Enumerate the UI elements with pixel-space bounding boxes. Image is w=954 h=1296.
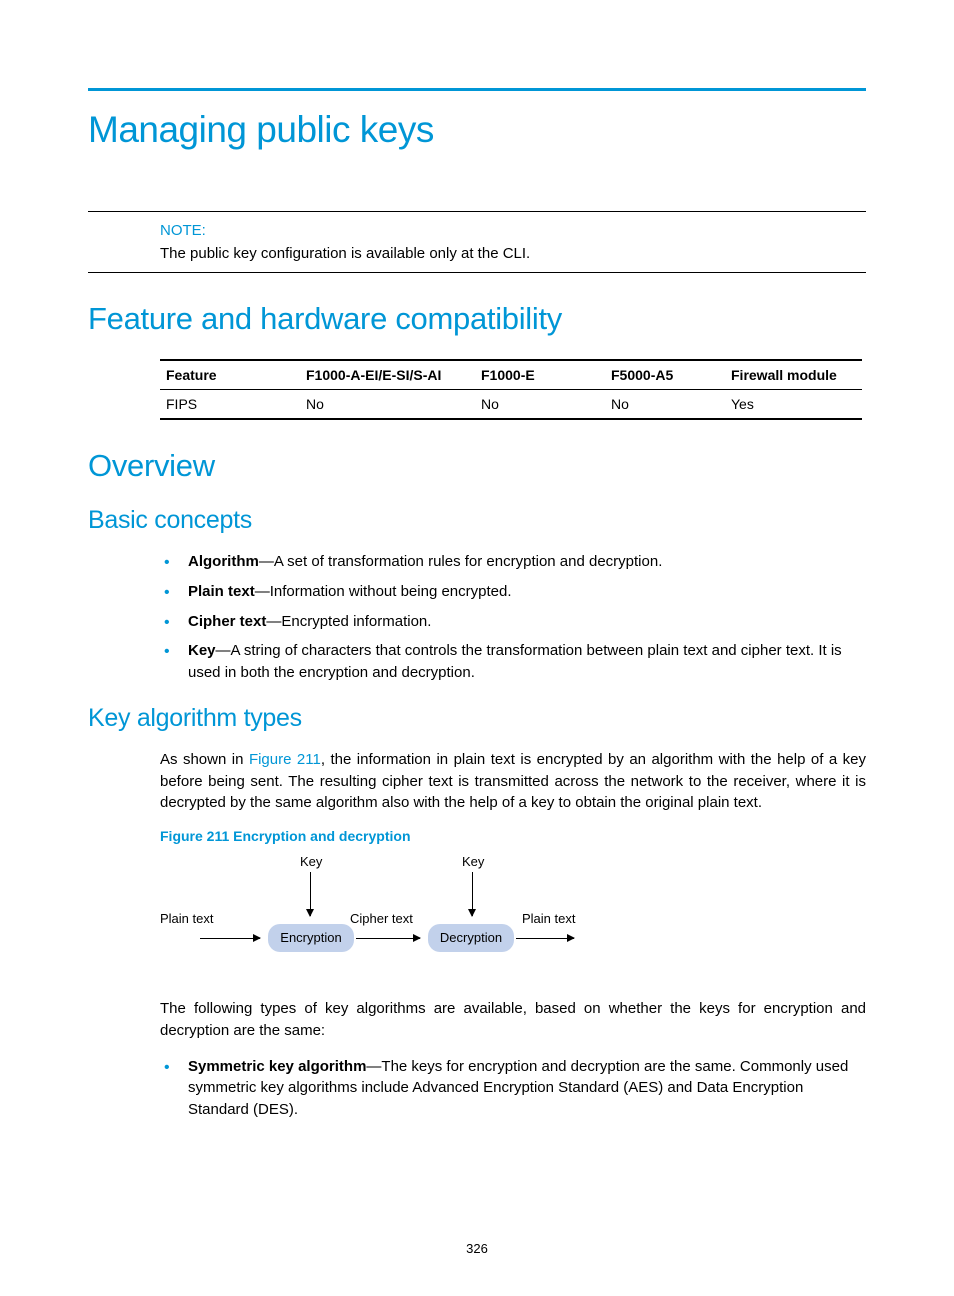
list-item: Key—A string of characters that controls… (160, 640, 866, 684)
paragraph: The following types of key algorithms ar… (160, 998, 866, 1042)
td-c5: Yes (725, 390, 862, 420)
algorithm-types-list: Symmetric key algorithm—The keys for enc… (160, 1056, 866, 1121)
paragraph: As shown in Figure 211, the information … (160, 749, 866, 814)
page-title: Managing public keys (88, 109, 866, 151)
subsection-basic-heading: Basic concepts (88, 506, 866, 535)
subsection-keyalg-heading: Key algorithm types (88, 704, 866, 733)
arrow-right-icon (356, 938, 420, 939)
list-item: Plain text—Information without being enc… (160, 581, 866, 603)
list-item: Cipher text—Encrypted information. (160, 611, 866, 633)
section-overview-heading: Overview (88, 448, 866, 484)
arrow-right-icon (516, 938, 574, 939)
term: Algorithm (188, 553, 259, 570)
table-row: FIPS No No No Yes (160, 390, 862, 420)
def: —Information without being encrypted. (255, 583, 512, 600)
concepts-list: Algorithm—A set of transformation rules … (160, 551, 866, 684)
diagram-label-plain2: Plain text (522, 911, 575, 926)
diagram-label-plain1: Plain text (160, 911, 213, 926)
td-c4: No (605, 390, 725, 420)
term: Key (188, 642, 216, 659)
section-feature-heading: Feature and hardware compatibility (88, 301, 866, 337)
th-col3: F1000-E (475, 360, 605, 390)
compat-table: Feature F1000-A-EI/E-SI/S-AI F1000-E F50… (160, 359, 862, 420)
figure-reference-link[interactable]: Figure 211 (249, 751, 321, 768)
note-text: The public key configuration is availabl… (160, 245, 866, 262)
diagram-label-cipher: Cipher text (350, 911, 413, 926)
note-box: NOTE: The public key configuration is av… (88, 211, 866, 273)
list-item: Symmetric key algorithm—The keys for enc… (160, 1056, 866, 1121)
diagram-label-key1: Key (300, 854, 322, 869)
arrow-right-icon (200, 938, 260, 939)
term: Cipher text (188, 613, 266, 630)
th-col4: F5000-A5 (605, 360, 725, 390)
note-label: NOTE: (160, 222, 866, 239)
diagram-box-decryption: Decryption (428, 924, 514, 952)
page-number: 326 (0, 1241, 954, 1256)
term: Symmetric key algorithm (188, 1058, 366, 1075)
def: —Encrypted information. (266, 613, 431, 630)
td-feature: FIPS (160, 390, 300, 420)
term: Plain text (188, 583, 255, 600)
arrow-down-icon (310, 872, 311, 916)
figure-diagram: Key Key Plain text Cipher text Plain tex… (160, 854, 660, 974)
def: —A set of transformation rules for encry… (259, 553, 663, 570)
table-header-row: Feature F1000-A-EI/E-SI/S-AI F1000-E F50… (160, 360, 862, 390)
para1-pre: As shown in (160, 751, 249, 768)
def: —A string of characters that controls th… (188, 642, 842, 681)
th-col5: Firewall module (725, 360, 862, 390)
td-c2: No (300, 390, 475, 420)
diagram-box-encryption: Encryption (268, 924, 354, 952)
top-rule (88, 88, 866, 91)
arrow-down-icon (472, 872, 473, 916)
figure-caption: Figure 211 Encryption and decryption (160, 828, 866, 844)
th-col2: F1000-A-EI/E-SI/S-AI (300, 360, 475, 390)
diagram-label-key2: Key (462, 854, 484, 869)
td-c3: No (475, 390, 605, 420)
list-item: Algorithm—A set of transformation rules … (160, 551, 866, 573)
th-feature: Feature (160, 360, 300, 390)
